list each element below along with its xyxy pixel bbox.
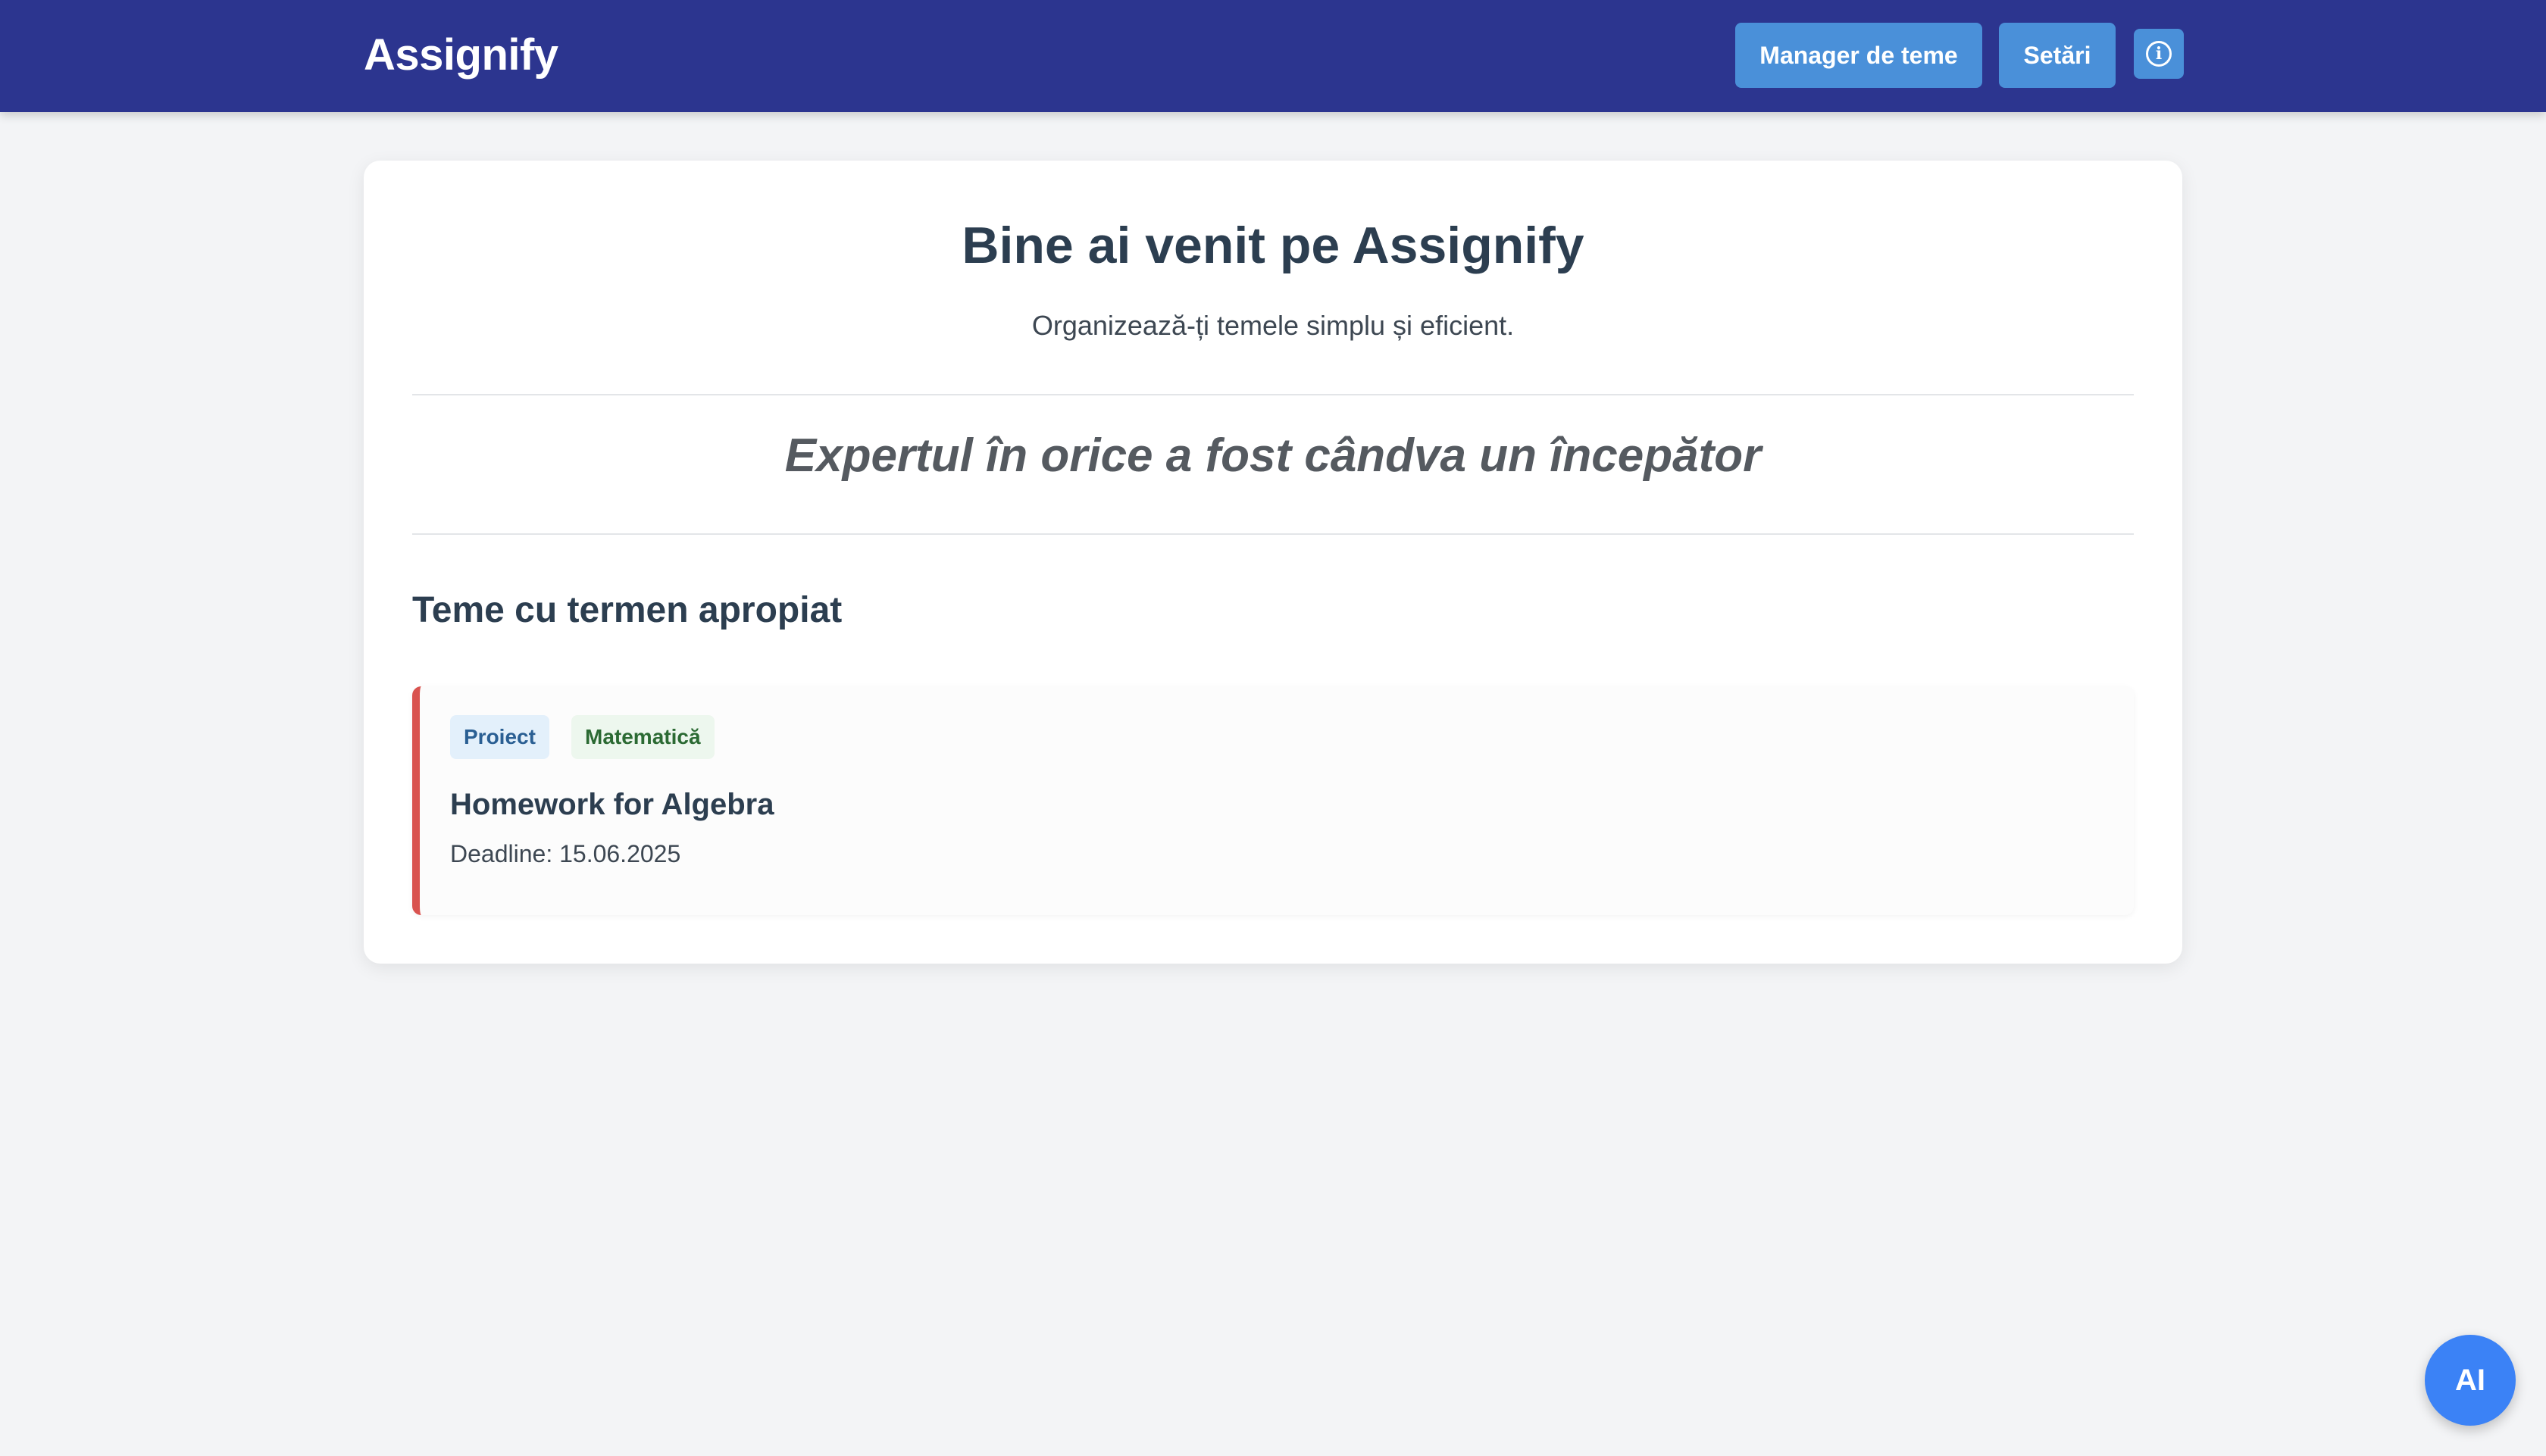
divider [412, 533, 2134, 535]
info-icon: i [2146, 41, 2172, 67]
brand-logo[interactable]: Assignify [364, 29, 558, 82]
info-button[interactable]: i [2134, 29, 2184, 79]
welcome-card: Bine ai venit pe Assignify Organizează-ț… [364, 161, 2182, 964]
task-subject-tag: Matematică [571, 715, 715, 759]
page-title: Bine ai venit pe Assignify [962, 217, 1584, 274]
manager-de-teme-button[interactable]: Manager de teme [1735, 23, 1982, 88]
motivational-quote: Expertul în orice a fost cândva un încep… [784, 430, 1762, 482]
task-deadline: Deadline: 15.06.2025 [450, 840, 681, 867]
ai-assistant-button[interactable]: AI [2425, 1335, 2516, 1426]
task-title: Homework for Algebra [450, 788, 774, 821]
task-card[interactable]: Proiect Matematică Homework for Algebra … [412, 686, 2134, 915]
upcoming-tasks-heading: Teme cu termen apropiat [412, 590, 843, 630]
top-navbar: Assignify Manager de teme Setări i [0, 0, 2546, 112]
page-subtitle: Organizează-ți temele simplu și eficient… [1031, 310, 1515, 341]
task-type-tag: Proiect [450, 715, 549, 759]
divider [412, 394, 2134, 395]
settings-button[interactable]: Setări [1999, 23, 2116, 88]
